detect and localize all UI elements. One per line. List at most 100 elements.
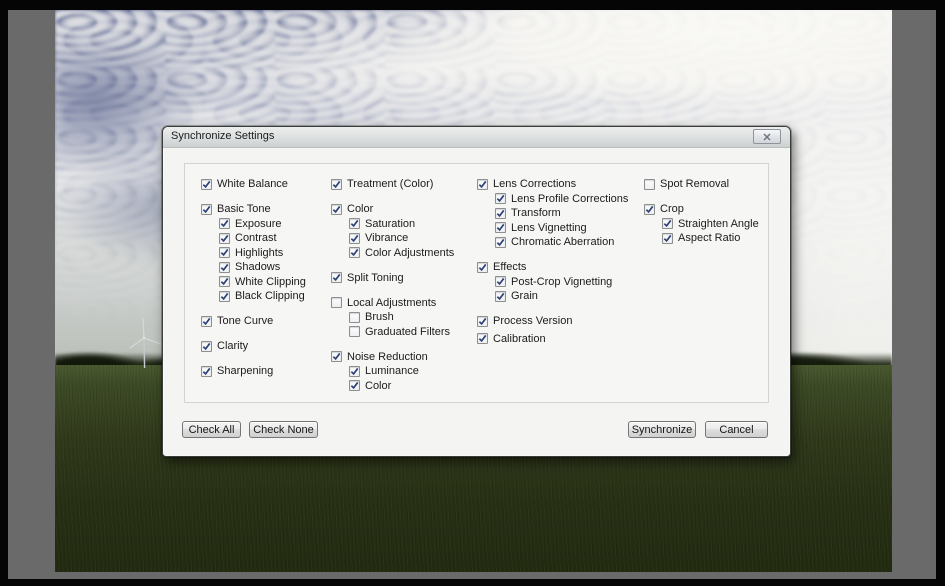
checkbox-item[interactable]: Crop: [644, 202, 759, 217]
checkbox-checked[interactable]: [477, 333, 488, 344]
checkbox-item[interactable]: Exposure: [219, 217, 306, 232]
canvas-frame-top: [0, 0, 945, 10]
checkbox-item[interactable]: Transform: [495, 206, 628, 221]
checkbox-checked[interactable]: [662, 233, 673, 244]
checkbox-item[interactable]: Highlights: [219, 246, 306, 261]
checkbox-item[interactable]: Saturation: [349, 217, 454, 232]
checkbox-item[interactable]: Process Version: [477, 314, 628, 329]
checkbox-checked[interactable]: [201, 204, 212, 215]
checkbox-label: Straighten Angle: [678, 218, 759, 230]
checkbox-checked[interactable]: [349, 247, 360, 258]
checkbox-label: Local Adjustments: [347, 297, 436, 309]
checkbox-column: Treatment (Color) Color SaturationVibrance…: [331, 177, 454, 393]
checkbox-column: Spot Removal Crop Straighten AngleAspect R…: [644, 177, 759, 246]
checkbox-item[interactable]: Aspect Ratio: [662, 231, 759, 246]
checkbox-checked[interactable]: [201, 179, 212, 190]
checkbox-label: Exposure: [235, 218, 281, 230]
check-none-button[interactable]: Check None: [249, 421, 318, 438]
checkbox-checked[interactable]: [219, 247, 230, 258]
checkbox-label: Transform: [511, 207, 561, 219]
checkbox-checked[interactable]: [201, 341, 212, 352]
checkbox-label: Lens Vignetting: [511, 222, 587, 234]
checkbox-label: Color: [347, 203, 373, 215]
checkbox-item[interactable]: White Balance: [201, 177, 306, 192]
checkbox-item[interactable]: Color Adjustments: [349, 246, 454, 261]
checkbox-item[interactable]: Graduated Filters: [349, 325, 454, 340]
checkbox-item[interactable]: Post-Crop Vignetting: [495, 275, 628, 290]
checkbox-unchecked[interactable]: [349, 326, 360, 337]
checkbox-label: Shadows: [235, 261, 280, 273]
checkbox-checked[interactable]: [219, 233, 230, 244]
checkbox-label: White Balance: [217, 178, 288, 190]
checkbox-checked[interactable]: [219, 218, 230, 229]
checkbox-unchecked[interactable]: [331, 297, 342, 308]
checkbox-unchecked[interactable]: [349, 312, 360, 323]
checkbox-checked[interactable]: [495, 193, 506, 204]
checkbox-item[interactable]: Lens Profile Corrections: [495, 192, 628, 207]
synchronize-settings-dialog: Synchronize Settings White Balance Basic …: [162, 126, 791, 457]
checkbox-checked[interactable]: [495, 237, 506, 248]
checkbox-item[interactable]: Effects: [477, 260, 628, 275]
checkbox-item[interactable]: Spot Removal: [644, 177, 759, 192]
synchronize-button[interactable]: Synchronize: [628, 421, 696, 438]
checkbox-checked[interactable]: [349, 233, 360, 244]
checkbox-checked[interactable]: [495, 222, 506, 233]
checkbox-item[interactable]: Black Clipping: [219, 289, 306, 304]
checkbox-item[interactable]: White Clipping: [219, 275, 306, 290]
dialog-title: Synchronize Settings: [171, 130, 274, 142]
checkbox-checked[interactable]: [219, 262, 230, 273]
checkbox-item[interactable]: Sharpening: [201, 364, 306, 379]
checkbox-checked[interactable]: [219, 276, 230, 287]
checkbox-item[interactable]: Tone Curve: [201, 314, 306, 329]
checkbox-label: Contrast: [235, 232, 277, 244]
close-button[interactable]: [753, 129, 781, 144]
checkbox-checked[interactable]: [331, 204, 342, 215]
checkbox-checked[interactable]: [477, 179, 488, 190]
checkbox-item[interactable]: Lens Vignetting: [495, 221, 628, 236]
checkbox-item[interactable]: Basic Tone: [201, 202, 306, 217]
checkbox-checked[interactable]: [495, 276, 506, 287]
checkbox-item[interactable]: Brush: [349, 310, 454, 325]
checkbox-item[interactable]: Local Adjustments: [331, 296, 454, 311]
cancel-button[interactable]: Cancel: [705, 421, 768, 438]
checkbox-checked[interactable]: [219, 291, 230, 302]
checkbox-checked[interactable]: [495, 208, 506, 219]
checkbox-checked[interactable]: [477, 316, 488, 327]
checkbox-checked[interactable]: [477, 262, 488, 273]
checkbox-checked[interactable]: [331, 179, 342, 190]
check-all-button[interactable]: Check All: [182, 421, 241, 438]
checkbox-checked[interactable]: [201, 316, 212, 327]
checkbox-item[interactable]: Color: [331, 202, 454, 217]
checkbox-checked[interactable]: [495, 291, 506, 302]
checkbox-item[interactable]: Treatment (Color): [331, 177, 454, 192]
checkbox-checked[interactable]: [349, 366, 360, 377]
checkbox-checked[interactable]: [644, 204, 655, 215]
checkbox-label: Process Version: [493, 315, 572, 327]
checkbox-checked[interactable]: [331, 272, 342, 283]
checkbox-item[interactable]: Color: [349, 379, 454, 394]
checkbox-item[interactable]: Calibration: [477, 332, 628, 347]
checkbox-checked[interactable]: [201, 366, 212, 377]
checkbox-item[interactable]: Lens Corrections: [477, 177, 628, 192]
checkbox-item[interactable]: Contrast: [219, 231, 306, 246]
checkbox-checked[interactable]: [349, 218, 360, 229]
checkbox-item[interactable]: Shadows: [219, 260, 306, 275]
checkbox-item[interactable]: Chromatic Aberration: [495, 235, 628, 250]
checkbox-item[interactable]: Clarity: [201, 339, 306, 354]
close-icon: [763, 133, 771, 141]
checkbox-checked[interactable]: [349, 380, 360, 391]
checkbox-column: Lens CorrectionsLens Profile Corrections…: [477, 177, 628, 346]
checkbox-item[interactable]: Grain: [495, 289, 628, 304]
checkbox-item[interactable]: Straighten Angle: [662, 217, 759, 232]
checkbox-item[interactable]: Noise Reduction: [331, 350, 454, 365]
checkbox-item[interactable]: Luminance: [349, 364, 454, 379]
checkbox-unchecked[interactable]: [644, 179, 655, 190]
checkbox-item[interactable]: Vibrance: [349, 231, 454, 246]
checkbox-label: Crop: [660, 203, 684, 215]
checkbox-item[interactable]: Split Toning: [331, 271, 454, 286]
checkbox-label: Graduated Filters: [365, 326, 450, 338]
checkbox-checked[interactable]: [662, 218, 673, 229]
dialog-titlebar[interactable]: Synchronize Settings: [163, 127, 790, 148]
checkbox-label: Effects: [493, 261, 526, 273]
checkbox-checked[interactable]: [331, 351, 342, 362]
